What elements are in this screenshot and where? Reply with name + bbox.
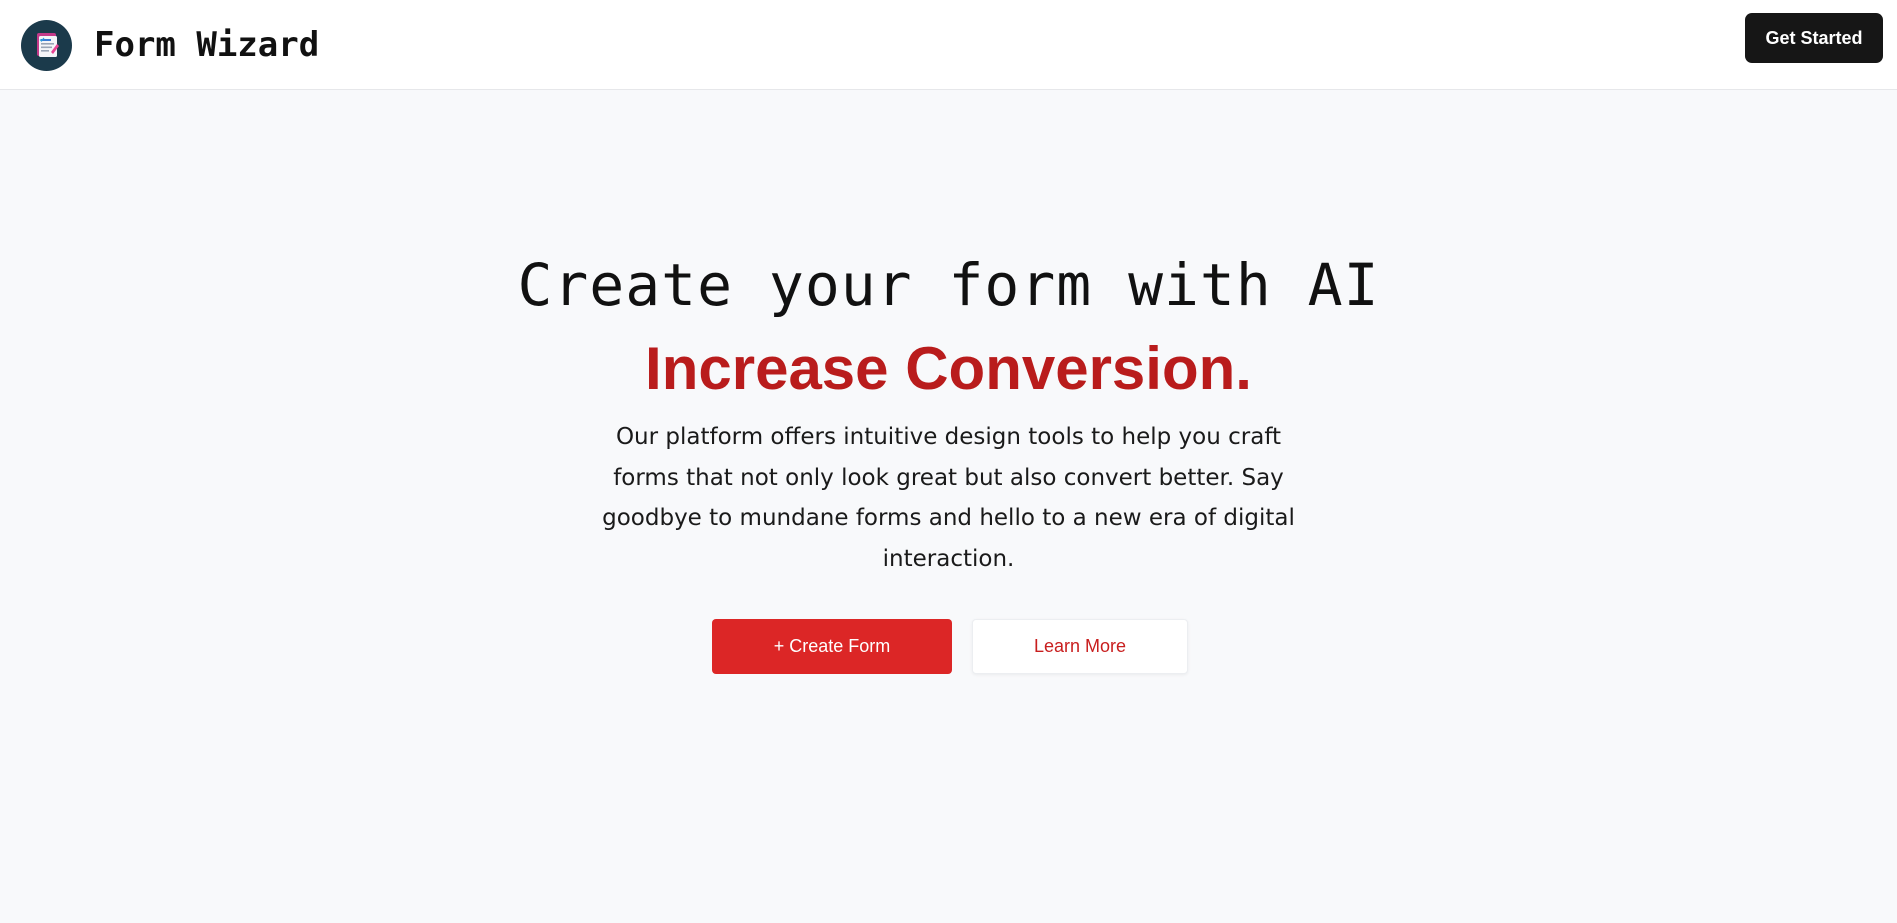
hero-actions: + Create Form Learn More (712, 619, 1188, 674)
hero-title: Create your form with AI (517, 251, 1380, 319)
hero-accent-heading: Increase Conversion. (645, 335, 1252, 402)
hero-description: Our platform offers intuitive design too… (602, 424, 1295, 572)
get-started-button[interactable]: Get Started (1745, 13, 1883, 63)
site-header: Form Wizard Get Started (0, 0, 1897, 90)
brand[interactable]: Form Wizard (21, 19, 319, 71)
brand-name: Form Wizard (94, 25, 320, 65)
create-form-button[interactable]: + Create Form (712, 619, 952, 674)
learn-more-button[interactable]: Learn More (972, 619, 1188, 674)
form-edit-icon (36, 33, 59, 57)
logo (21, 19, 72, 71)
